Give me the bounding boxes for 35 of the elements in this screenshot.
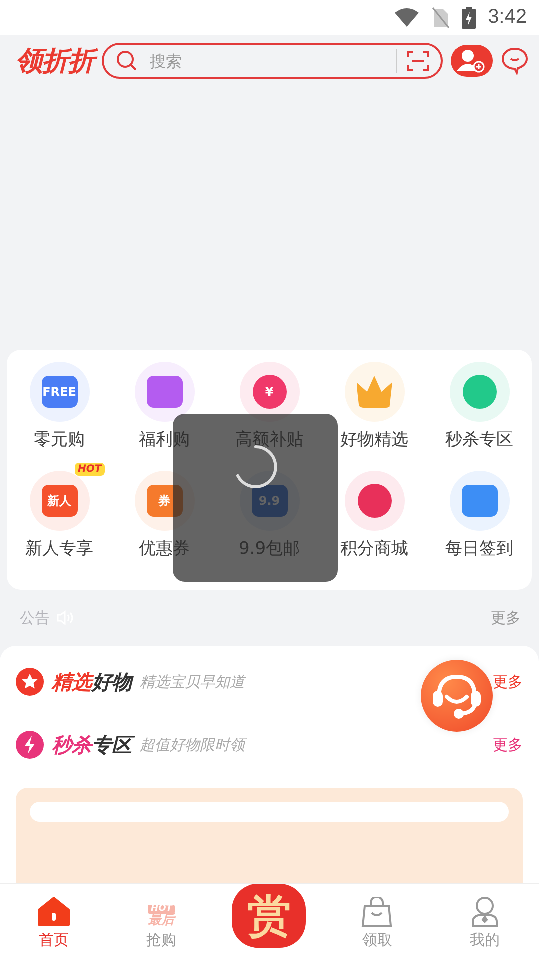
more-link[interactable]: 更多: [493, 736, 523, 754]
scan-icon[interactable]: [407, 50, 429, 72]
search-bar[interactable]: 搜索: [102, 43, 443, 79]
headset-icon: [433, 673, 481, 719]
menu-label[interactable]: 好物精选: [340, 428, 408, 451]
notice-label: 公告: [20, 608, 50, 628]
more-link[interactable]: 更多: [493, 672, 523, 692]
hot-badge: HOT: [75, 463, 105, 476]
user-icon: [471, 897, 500, 927]
section-subtitle: 超值好物限时领: [140, 736, 245, 754]
notice-more-link[interactable]: 更多: [491, 608, 521, 628]
no-sim-icon: [432, 6, 450, 28]
search-icon: [116, 50, 138, 72]
wifi-icon: [394, 8, 420, 28]
chat-icon[interactable]: [501, 47, 529, 75]
menu-label[interactable]: 每日签到: [446, 537, 514, 560]
cart-icon[interactable]: FREE: [30, 362, 90, 422]
tote-icon[interactable]: 新人: [30, 471, 90, 531]
nav-tab[interactable]: 领取: [323, 884, 432, 962]
menu-label[interactable]: 积分商城: [340, 537, 408, 560]
status-time: 3:42: [488, 6, 527, 29]
search-field[interactable]: 搜索: [148, 50, 386, 72]
nav-tab[interactable]: 首页: [0, 884, 108, 962]
nav-tab[interactable]: 我的: [431, 884, 539, 962]
section-title: 精选好物: [52, 668, 132, 696]
add-friend-button[interactable]: [451, 45, 493, 77]
home-icon: [38, 897, 70, 927]
reward-button[interactable]: 赏: [232, 884, 306, 948]
add-user-icon: [457, 49, 487, 73]
menu-label[interactable]: 零元购: [34, 428, 85, 451]
menu-label[interactable]: 新人专享: [26, 537, 94, 560]
shopping-bag-icon: [361, 897, 394, 927]
battery-icon: [462, 6, 476, 28]
menu-label[interactable]: 秒杀专区: [446, 428, 514, 451]
section-subtitle: 精选宝贝早知道: [140, 672, 245, 692]
